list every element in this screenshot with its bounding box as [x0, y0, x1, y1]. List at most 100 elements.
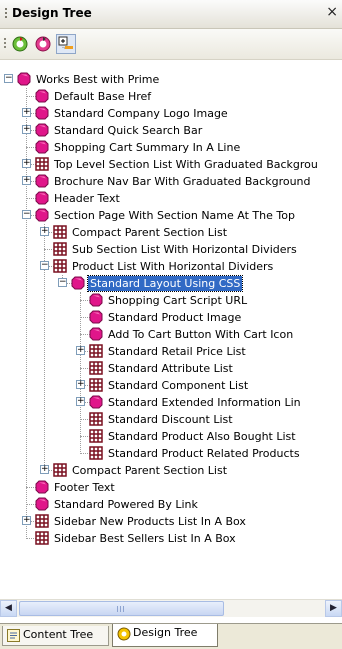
tree-node-label: Shopping Cart Script URL: [108, 294, 248, 307]
collapse-icon[interactable]: −: [22, 210, 31, 219]
tree-node[interactable]: − Works Best with Prime: [0, 71, 342, 88]
expand-icon[interactable]: +: [22, 125, 31, 134]
refresh-style-button[interactable]: [33, 34, 53, 54]
tree-node[interactable]: Standard Product Related Products: [0, 445, 342, 462]
tree-node[interactable]: Default Base Href: [0, 88, 342, 105]
tree-node[interactable]: Standard Product Also Bought List: [0, 428, 342, 445]
tree-node[interactable]: − Product List With Horizontal Dividers: [0, 258, 342, 275]
tab-content-tree[interactable]: Content Tree: [2, 626, 109, 646]
tree-node-label: Compact Parent Section List: [72, 464, 228, 477]
tree-node-label: Works Best with Prime: [36, 73, 160, 86]
module-icon: [35, 140, 49, 154]
tab-design-tree[interactable]: Design Tree: [112, 624, 218, 647]
tree-node-label: Standard Product Image: [108, 311, 242, 324]
list-grid-icon: [89, 446, 103, 460]
expand-icon[interactable]: +: [22, 176, 31, 185]
tree-node-label: Standard Extended Information Lin: [108, 396, 301, 409]
collapse-icon[interactable]: −: [40, 261, 49, 270]
tree-node[interactable]: + Standard Quick Search Bar: [0, 122, 342, 139]
tree-node[interactable]: Standard Discount List: [0, 411, 342, 428]
module-icon: [17, 72, 31, 86]
tab-label: Design Tree: [133, 626, 198, 639]
expand-all-button[interactable]: [56, 34, 76, 54]
tree-node[interactable]: + Compact Parent Section List: [0, 224, 342, 241]
tree-node-label: Default Base Href: [54, 90, 152, 103]
module-icon: [17, 72, 31, 86]
expand-icon[interactable]: +: [76, 346, 85, 355]
tree-node[interactable]: Add To Cart Button With Cart Icon: [0, 326, 342, 343]
module-icon: [89, 310, 103, 324]
tree-node[interactable]: + Standard Extended Information Lin: [0, 394, 342, 411]
tree-node[interactable]: Sub Section List With Horizontal Divider…: [0, 241, 342, 258]
panel-titlebar[interactable]: Design Tree ×: [0, 0, 342, 29]
tree-node[interactable]: + Standard Component List: [0, 377, 342, 394]
module-icon: [35, 174, 49, 188]
scrollbar-thumb[interactable]: [19, 601, 224, 616]
drag-grip-icon[interactable]: [5, 8, 7, 20]
expand-icon[interactable]: +: [76, 397, 85, 406]
design-tree: − Works Best with Prime Default Base Href +…: [0, 60, 342, 597]
list-grid-icon: [89, 344, 103, 358]
horizontal-scrollbar[interactable]: ◀ ▶: [0, 599, 342, 617]
design-tree-panel: Design Tree × − Works Best with Prime De…: [0, 0, 342, 649]
toolbar-grip-icon[interactable]: [4, 38, 6, 50]
tree-node[interactable]: Shopping Cart Summary In A Line: [0, 139, 342, 156]
tree-node-label: Product List With Horizontal Dividers: [72, 260, 274, 273]
tree-node[interactable]: − Section Page With Section Name At The T…: [0, 207, 342, 224]
tree-node[interactable]: Footer Text: [0, 479, 342, 496]
list-grid-icon: [89, 344, 103, 358]
expand-icon[interactable]: +: [40, 465, 49, 474]
module-icon: [89, 293, 103, 307]
tree-node[interactable]: Standard Product Image: [0, 309, 342, 326]
tree-node[interactable]: + Compact Parent Section List: [0, 462, 342, 479]
module-icon: [35, 106, 49, 120]
tree-node-label: Standard Retail Price List: [108, 345, 246, 358]
panel-title: Design Tree: [12, 6, 92, 20]
module-icon: [35, 480, 49, 494]
module-icon: [35, 140, 49, 154]
refresh-prime-button[interactable]: [10, 34, 30, 54]
tree-node[interactable]: + Standard Retail Price List: [0, 343, 342, 360]
list-grid-icon: [89, 378, 103, 392]
scroll-right-button[interactable]: ▶: [325, 600, 342, 617]
list-grid-icon: [53, 259, 67, 273]
list-grid-icon: [89, 378, 103, 392]
tree-node-label: Standard Company Logo Image: [54, 107, 228, 120]
expand-icon[interactable]: +: [22, 159, 31, 168]
content-tree-icon: [7, 629, 20, 642]
list-grid-icon: [89, 361, 103, 375]
module-icon: [35, 174, 49, 188]
module-icon: [35, 497, 49, 511]
tree-node[interactable]: + Sidebar New Products List In A Box: [0, 513, 342, 530]
tree-node[interactable]: Standard Powered By Link: [0, 496, 342, 513]
expand-icon[interactable]: +: [22, 516, 31, 525]
expand-icon[interactable]: +: [40, 227, 49, 236]
list-grid-icon: [89, 446, 103, 460]
tree-node-label: Standard Product Related Products: [108, 447, 300, 460]
tree-node[interactable]: − Standard Layout Using CSS: [0, 275, 342, 292]
tree-node[interactable]: + Standard Company Logo Image: [0, 105, 342, 122]
module-icon: [35, 191, 49, 205]
module-icon: [35, 208, 49, 222]
list-grid-icon: [35, 514, 49, 528]
scroll-left-button[interactable]: ◀: [0, 600, 17, 617]
tree-node[interactable]: + Brochure Nav Bar With Graduated Backgro…: [0, 173, 342, 190]
tree-node[interactable]: Shopping Cart Script URL: [0, 292, 342, 309]
list-grid-icon: [35, 157, 49, 171]
collapse-icon[interactable]: −: [4, 74, 13, 83]
tree-node[interactable]: + Top Level Section List With Graduated B…: [0, 156, 342, 173]
tree-node-label: Standard Powered By Link: [54, 498, 198, 511]
module-icon: [35, 89, 49, 103]
green-refresh-icon: [12, 36, 28, 52]
tree-node[interactable]: Sidebar Best Sellers List In A Box: [0, 530, 342, 547]
close-icon[interactable]: ×: [326, 4, 338, 20]
tree-node[interactable]: Header Text: [0, 190, 342, 207]
list-grid-icon: [53, 463, 67, 477]
expand-icon[interactable]: +: [22, 108, 31, 117]
list-grid-icon: [53, 225, 67, 239]
tree-node[interactable]: Standard Attribute List: [0, 360, 342, 377]
list-grid-icon: [89, 429, 103, 443]
list-grid-icon: [53, 242, 67, 256]
collapse-icon[interactable]: −: [58, 278, 67, 287]
expand-icon[interactable]: +: [76, 380, 85, 389]
